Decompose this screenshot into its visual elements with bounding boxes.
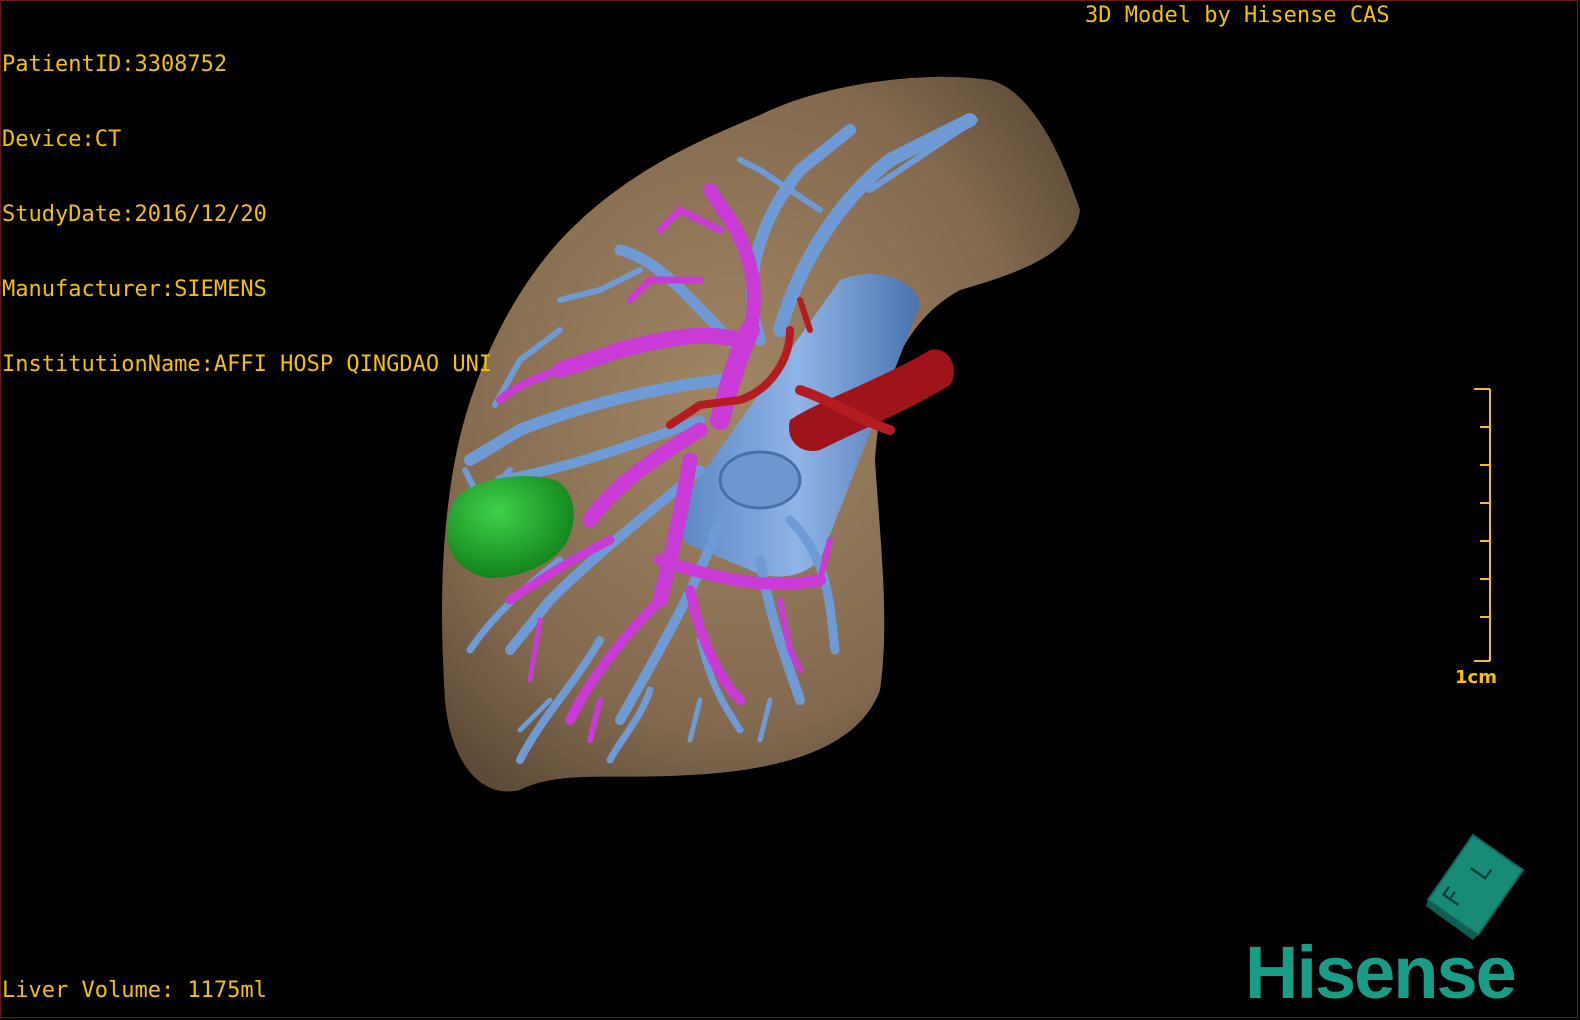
- viewer-title: 3D Model by Hisense CAS: [1085, 3, 1390, 28]
- device: Device:CT: [2, 127, 122, 152]
- orientation-cube-icon[interactable]: F L: [1418, 830, 1528, 940]
- patient-info-overlay: PatientID:3308752 Device:CT StudyDate:20…: [2, 2, 492, 402]
- study-date: StudyDate:2016/12/20: [2, 202, 267, 227]
- patient-id: PatientID:3308752: [2, 52, 228, 77]
- hisense-logo: Hisense: [1245, 931, 1517, 1014]
- institution-name: InstitutionName:AFFI HOSP QINGDAO UNI: [2, 352, 493, 377]
- manufacturer: Manufacturer:SIEMENS: [2, 277, 267, 302]
- scale-bar-label: 1cm: [1455, 667, 1497, 688]
- scale-bar: [1474, 388, 1491, 662]
- liver-volume: Liver Volume: 1175ml: [2, 978, 267, 1003]
